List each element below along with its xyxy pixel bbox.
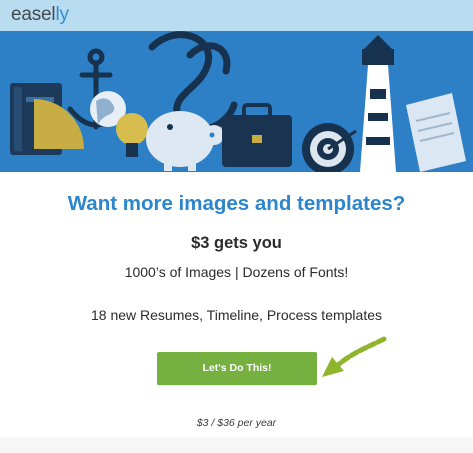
hero-illustration: [0, 31, 473, 172]
feature-line-templates: 18 new Resumes, Timeline, Process templa…: [90, 307, 382, 323]
header-bar: easelly: [0, 0, 473, 31]
easelly-logo[interactable]: easelly: [11, 5, 69, 25]
lets-do-this-button[interactable]: Let's Do This!: [157, 352, 317, 385]
footer-divider: [0, 437, 473, 453]
target-icon: [302, 123, 357, 172]
logo-text-accent: ly: [55, 4, 69, 25]
promo-headline: Want more images and templates?: [67, 192, 406, 215]
lighthouse-icon: [360, 35, 396, 172]
lightbulb-icon: [116, 113, 148, 157]
promo-page: easelly Want more images and templates? …: [0, 0, 473, 453]
hero-illustration-graphic: [10, 31, 466, 172]
logo-text-prefix: easel: [11, 4, 56, 25]
price-note: $3 / $36 per year: [196, 417, 277, 429]
piggy-bank-icon: [146, 111, 224, 171]
feature-line-images-fonts: 1000’s of Images | Dozens of Fonts!: [124, 264, 349, 280]
document-icon: [406, 93, 466, 172]
promo-subheadline: $3 gets you: [191, 234, 282, 252]
compass-icon: [34, 99, 84, 149]
pointing-arrow-icon: [322, 336, 387, 377]
